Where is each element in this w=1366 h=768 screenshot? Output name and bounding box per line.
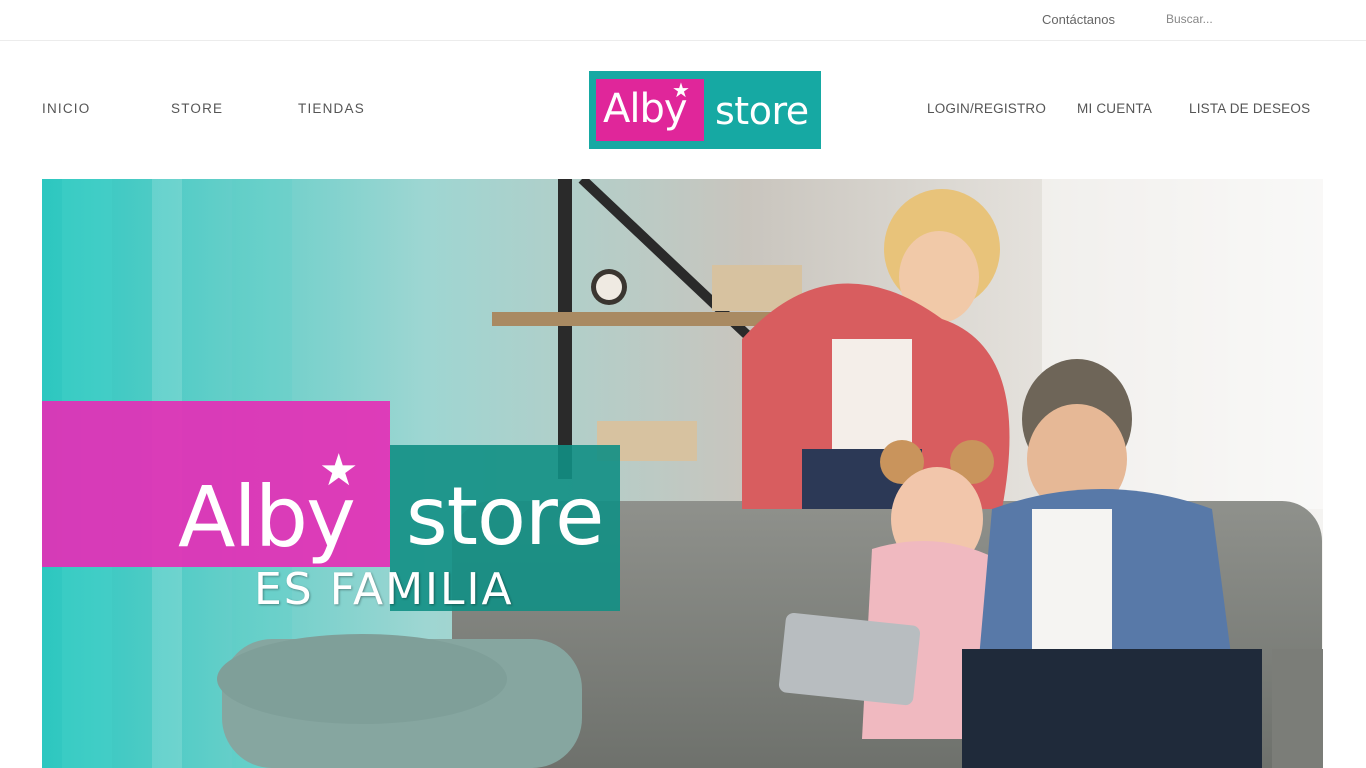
nav-link-store[interactable]: STORE	[171, 101, 223, 116]
nav-link-inicio[interactable]: INICIO	[42, 101, 90, 116]
hero-star-icon: ★	[319, 446, 359, 495]
logo-word-store: store	[715, 89, 809, 133]
search-input[interactable]	[1160, 6, 1340, 32]
contact-link[interactable]: Contáctanos	[1042, 12, 1115, 27]
hero-brand-store: store	[406, 470, 604, 563]
hero-banner[interactable]: Alby ★ store ES FAMILIA	[42, 179, 1323, 768]
hero-tagline: ES FAMILIA	[254, 564, 514, 615]
site-logo[interactable]: Alby ★ store	[589, 71, 821, 149]
top-utility-bar: Contáctanos	[0, 0, 1366, 41]
nav-link-lista-de-deseos[interactable]: LISTA DE DESEOS	[1189, 101, 1310, 116]
nav-link-login-registro[interactable]: LOGIN/REGISTRO	[927, 101, 1046, 116]
nav-link-tiendas[interactable]: TIENDAS	[298, 101, 365, 116]
nav-link-mi-cuenta[interactable]: MI CUENTA	[1077, 101, 1152, 116]
logo-star-icon: ★	[672, 80, 690, 102]
